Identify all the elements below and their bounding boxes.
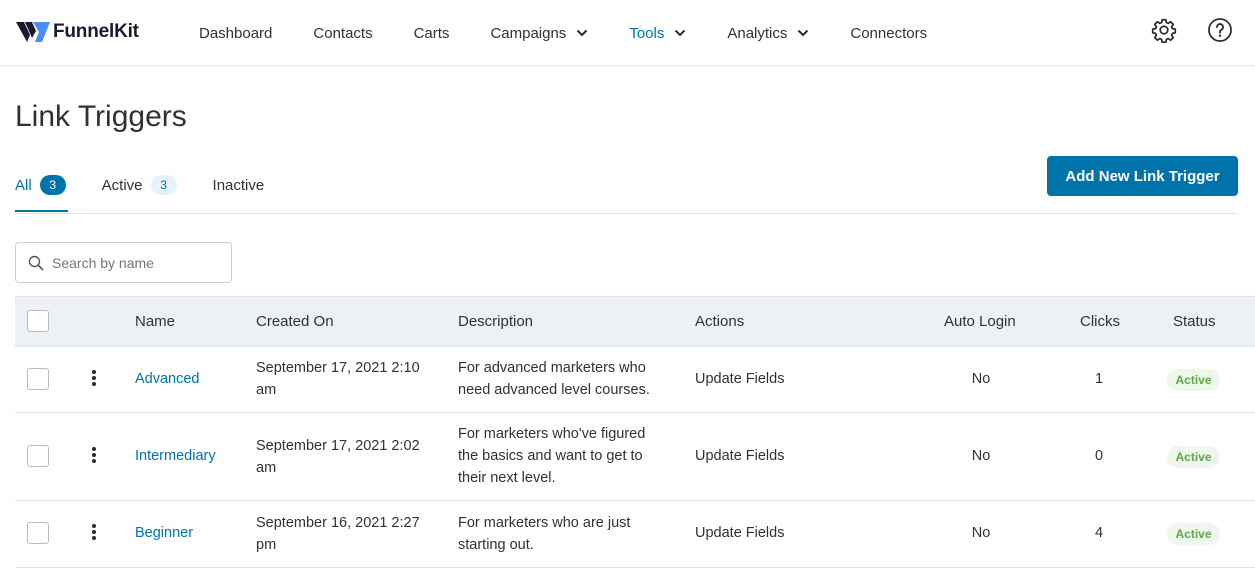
brand-name: FunnelKit [53,21,139,42]
add-new-link-trigger-button[interactable]: Add New Link Trigger [1047,156,1238,196]
count-badge: 3 [39,175,66,195]
active-tab-indicator [15,210,68,212]
clicks-value: 1 [1094,371,1104,387]
auto-login-value: No [971,525,991,541]
description: For marketers who've figured the basics … [458,423,645,489]
description-line: For advanced marketers who [458,360,646,376]
status-badge: Active [1167,523,1220,545]
column-header-status: Status [1173,313,1216,330]
created-date-line: September 17, 2021 2:02 [256,438,420,454]
description-line: need advanced level courses. [458,382,650,398]
help-icon[interactable] [1207,17,1233,43]
funnelkit-logo-mark [16,22,50,42]
table-row: Advanced September 17, 2021 2:10 am For … [15,347,1255,413]
tabs-divider [15,213,1238,214]
link-triggers-table: Name Created On Description Actions Auto… [15,296,1255,568]
nav-analytics-label: Analytics [727,24,788,42]
description-line: the basics and want to get to [458,448,643,464]
nav-campaigns-label: Campaigns [490,24,567,42]
column-header-auto-login: Auto Login [944,313,1016,330]
table-row: Beginner September 16, 2021 2:27 pm For … [15,501,1255,568]
nav-connectors-label: Connectors [850,24,928,42]
filter-tabs: All 3 Active 3 Inactive [15,170,300,214]
search-box [15,242,232,283]
search-icon [28,255,44,270]
select-all-checkbox[interactable] [27,310,49,332]
chevron-down-icon [675,29,686,37]
table-header: Name Created On Description Actions Auto… [15,296,1255,347]
created-on: September 16, 2021 2:27 pm [256,512,420,556]
tab-all[interactable]: All 3 [15,170,66,200]
page-title: Link Triggers [15,100,187,133]
nav-connectors[interactable]: Connectors [850,0,927,66]
trigger-name-link[interactable]: Intermediary [135,445,216,467]
actions-value: Update Fields [695,448,785,464]
description: For advanced marketers who need advanced… [458,357,650,401]
funnelkit-logo[interactable]: FunnelKit [16,19,139,45]
created-on: September 17, 2021 2:02 am [256,435,420,479]
column-header-actions: Actions [695,313,745,330]
tab-inactive[interactable]: Inactive [213,170,265,200]
table-row: Intermediary September 17, 2021 2:02 am … [15,413,1255,501]
description-line: their next level. [458,470,556,486]
tab-inactive-label: Inactive [212,176,265,194]
top-navigation-bar: FunnelKit Dashboard Contacts Carts Campa… [0,0,1255,66]
nav-carts-label: Carts [413,24,450,42]
description: For marketers who are just starting out. [458,512,630,556]
nav-contacts[interactable]: Contacts [313,0,372,66]
column-header-clicks[interactable]: Clicks [1080,311,1120,333]
chevron-down-icon [798,29,809,37]
tab-active[interactable]: Active 3 [102,170,177,200]
clicks-value: 0 [1094,448,1104,464]
nav-carts[interactable]: Carts [414,0,450,66]
count-badge: 3 [150,175,177,195]
created-time-line: am [256,460,277,476]
auto-login-value: No [971,448,991,464]
search-input[interactable] [52,254,222,271]
more-options-icon[interactable] [91,447,97,465]
status-badge: Active [1167,446,1220,468]
auto-login-value: No [971,371,991,387]
nav-tools-label: Tools [629,24,665,42]
actions-value: Update Fields [695,371,785,387]
tab-all-label: All [15,176,32,194]
chevron-down-icon [577,29,588,37]
created-time-line: pm [256,537,277,553]
description-line: For marketers who are just [458,515,631,531]
gear-icon[interactable] [1151,17,1177,43]
row-checkbox[interactable] [27,522,49,544]
actions-value: Update Fields [695,525,785,541]
top-icons [1121,17,1233,43]
created-on: September 17, 2021 2:10 am [256,357,420,401]
row-checkbox[interactable] [27,368,49,390]
nav-tools[interactable]: Tools [629,0,686,66]
created-date-line: September 16, 2021 2:27 [256,515,420,531]
column-header-name[interactable]: Name [135,311,175,333]
nav-dashboard-label: Dashboard [199,24,273,42]
nav-analytics[interactable]: Analytics [727,0,809,66]
nav-contacts-label: Contacts [313,24,373,42]
nav-dashboard[interactable]: Dashboard [199,0,272,66]
description-line: For marketers who've figured [458,426,646,442]
created-date-line: September 17, 2021 2:10 [256,360,420,376]
column-header-description: Description [458,313,534,330]
row-checkbox[interactable] [27,445,49,467]
description-line: starting out. [458,537,534,553]
nav-campaigns[interactable]: Campaigns [490,0,588,66]
trigger-name-link[interactable]: Advanced [135,368,200,390]
status-badge: Active [1167,369,1220,391]
tab-active-label: Active [101,176,143,194]
column-header-created-on[interactable]: Created On [256,311,334,333]
trigger-name-link[interactable]: Beginner [135,522,193,544]
more-options-icon[interactable] [91,370,97,388]
clicks-value: 4 [1094,525,1104,541]
created-time-line: am [256,382,277,398]
more-options-icon[interactable] [91,524,97,542]
main-nav: Dashboard Contacts Carts Campaigns Tools… [199,0,968,66]
